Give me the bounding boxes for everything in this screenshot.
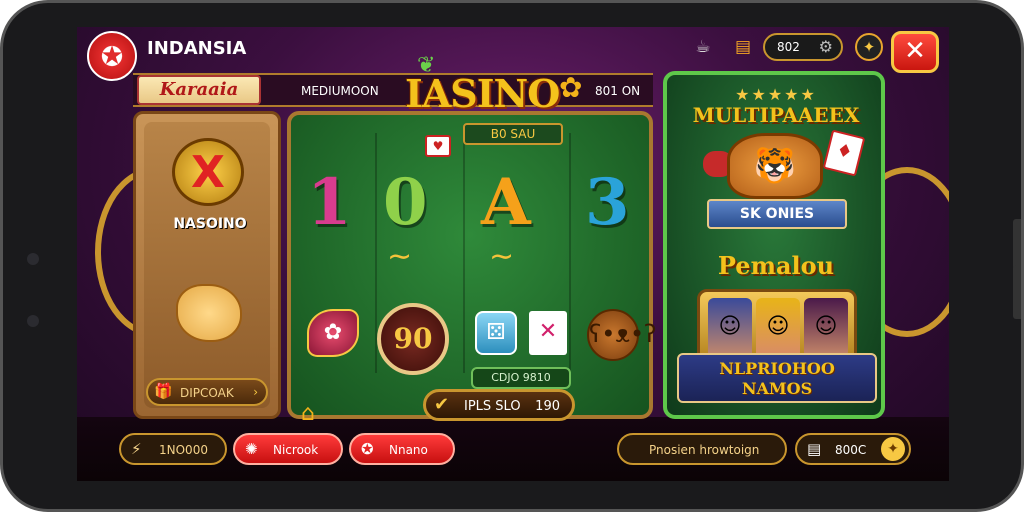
- play-button-value: 190: [535, 399, 560, 414]
- reel-symbol-4: 3: [585, 165, 630, 240]
- reel-divider: [463, 133, 465, 373]
- cookie-icon[interactable]: [176, 284, 242, 342]
- gold-coin-icon: ✦: [881, 437, 905, 461]
- game-title: IASINO: [405, 71, 560, 116]
- sensor-dot: [27, 315, 39, 327]
- bottom-button-1[interactable]: ⚡ 1NO000: [119, 433, 227, 465]
- reel-symbol-3: A: [481, 165, 531, 240]
- promo-panel[interactable]: ★★★★★ MULTIPAAEEX 🐯 ♦ SK ONIES Pemalou ☺…: [663, 71, 885, 419]
- bottom-button-4-label: Pnosien hrowtoign: [649, 443, 760, 457]
- volume-down-button[interactable]: [1013, 265, 1021, 319]
- bottom-button-3-label: Nnano: [389, 443, 428, 457]
- rating-stars: ★★★★★: [735, 85, 817, 104]
- teapot-icon[interactable]: ☕: [689, 33, 717, 61]
- bottom-button-3[interactable]: ✪ Nnano: [349, 433, 455, 465]
- coin-balance[interactable]: 802 ⚙: [763, 33, 843, 61]
- gold-coin-icon[interactable]: ✦: [855, 33, 883, 61]
- promo-title: MULTIPAAEEX: [692, 103, 860, 127]
- player-avatar: ☺: [756, 298, 800, 358]
- left-panel-button-label: DIPCOAK: [180, 386, 234, 400]
- brand-name: INDANSIA: [147, 38, 247, 59]
- chip-symbol: 90: [377, 303, 449, 375]
- player-avatar: ☺: [804, 298, 848, 358]
- player-avatar: ☺: [708, 298, 752, 358]
- home-icon[interactable]: ⌂: [301, 401, 315, 426]
- star-logo-icon[interactable]: ★: [87, 31, 137, 81]
- close-button[interactable]: ✕: [891, 31, 939, 73]
- bear-symbol-icon: ʕ•ᴥ•ʔ: [587, 309, 656, 361]
- promo-ribbon: SK ONIES: [707, 199, 847, 229]
- reel-symbol-2: 0: [383, 165, 428, 240]
- reel-symbol-1: 1: [307, 165, 352, 240]
- play-button-label: IPLS SLO: [464, 399, 521, 414]
- playing-card-icon: ♥: [425, 135, 451, 157]
- category-tag[interactable]: Karaaia: [137, 75, 261, 105]
- tiger-mascot-icon: 🐯: [727, 133, 823, 199]
- gear-icon[interactable]: ⚙: [819, 37, 833, 56]
- chevron-right-icon: ›: [253, 385, 258, 399]
- promo-banner: NLPRIOHOO NAMOS: [677, 353, 877, 403]
- bottom-button-5[interactable]: ▤ 800C ✦: [795, 433, 911, 465]
- bottom-button-4[interactable]: Pnosien hrowtoign: [617, 433, 787, 465]
- flower-icon: ✿: [559, 71, 583, 104]
- promo-banner-line2: NAMOS: [741, 379, 813, 398]
- coin-balance-value: 802: [777, 40, 800, 54]
- swirl-icon: ✺: [245, 440, 258, 458]
- left-panel-button[interactable]: 🎁 DIPCOAK ›: [146, 378, 268, 406]
- bottom-button-2[interactable]: ✺ Nicrook: [233, 433, 343, 465]
- board-code-label: CDJO 9810: [471, 367, 571, 389]
- x-badge-icon[interactable]: X: [172, 138, 244, 206]
- playing-card-icon: ♦: [822, 129, 866, 177]
- swirl-ornament: ∼: [489, 239, 515, 274]
- dice-icon: ⚄: [475, 311, 517, 355]
- chip-icon: ✪: [361, 440, 374, 458]
- board-top-pill[interactable]: B0 SAU: [463, 123, 563, 145]
- left-panel: X NASOINO 🎁 DIPCOAK ›: [133, 111, 281, 419]
- reel-divider: [569, 133, 571, 373]
- card-symbol-icon: ✕: [529, 311, 567, 355]
- jar-icon[interactable]: ▤: [729, 33, 757, 61]
- camera-dot: [27, 253, 39, 265]
- petal-symbol-icon: ✿: [307, 309, 359, 357]
- promo-subtitle: Pemalou: [717, 251, 835, 280]
- badge-label: NASOINO: [173, 216, 247, 232]
- bottom-button-1-label: 1NO000: [159, 443, 208, 457]
- play-button[interactable]: ✔ IPLS SLO 190: [423, 389, 575, 421]
- document-icon: ▤: [807, 440, 822, 458]
- promo-banner-line1: NLPRIOHOO: [719, 359, 835, 378]
- status-label: 801 ON: [595, 84, 641, 98]
- bottom-button-5-label: 800C: [835, 443, 867, 457]
- mode-label: MEDIUMOON: [301, 84, 379, 98]
- check-icon: ✔: [434, 394, 450, 415]
- gift-icon: 🎁: [154, 382, 173, 400]
- phone-frame: ★ INDANSIA ☕ ▤ 802 ⚙ ✦ ✕ Karaaia MEDIUMO…: [0, 0, 1024, 512]
- lightning-icon: ⚡: [131, 440, 142, 458]
- game-board: ♥ B0 SAU 1 0 A 3 ∼ ∼ ✿ 90 ⚄ ✕ ʕ•ᴥ•ʔ CDJO…: [287, 111, 656, 426]
- game-screen: ★ INDANSIA ☕ ▤ 802 ⚙ ✦ ✕ Karaaia MEDIUMO…: [77, 27, 949, 481]
- swirl-ornament: ∼: [387, 239, 413, 274]
- bottom-button-2-label: Nicrook: [273, 443, 319, 457]
